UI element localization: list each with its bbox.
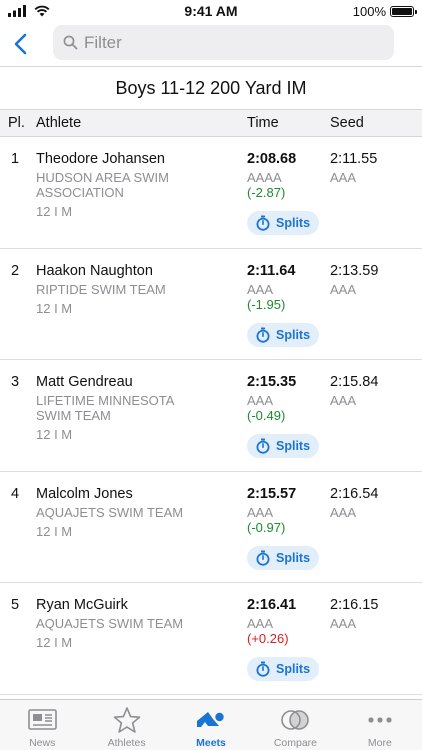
tab-label: Compare bbox=[273, 737, 318, 749]
splits-label: Splits bbox=[276, 439, 311, 453]
seed-time: 2:13.59 bbox=[330, 262, 379, 279]
result-place: 5 bbox=[11, 597, 20, 613]
stopwatch-icon bbox=[256, 550, 270, 566]
athlete-name: Malcolm Jones bbox=[36, 485, 133, 502]
tab-meets[interactable]: Meets bbox=[169, 700, 253, 750]
seed-time: 2:15.84 bbox=[330, 374, 379, 390]
age-gender: 12 I M bbox=[36, 523, 73, 539]
result-time: 2:15.57 bbox=[247, 485, 297, 502]
athlete-name: Matt Gendreau bbox=[36, 374, 133, 390]
result-time: 2:15.35 bbox=[247, 374, 297, 390]
stopwatch-icon bbox=[256, 327, 270, 343]
tab-label: Meets bbox=[196, 737, 226, 749]
time-diff: (+0.26) bbox=[247, 631, 289, 646]
status-right: 100% bbox=[352, 4, 417, 19]
splits-button[interactable]: Splits bbox=[247, 322, 319, 347]
time-diff: (-0.97) bbox=[247, 519, 286, 535]
seed-standard: AAA bbox=[330, 616, 357, 631]
athlete-name: Haakon Naughton bbox=[36, 262, 153, 279]
result-row[interactable]: 1 Theodore Johansen HUDSON AREA SWIM ASS… bbox=[0, 137, 422, 249]
swimmer-icon bbox=[197, 712, 224, 727]
star-icon bbox=[113, 707, 140, 733]
seed-time: 2:16.15 bbox=[330, 597, 379, 613]
battery-icon bbox=[390, 6, 417, 17]
result-time: 2:11.64 bbox=[247, 262, 296, 279]
splits-button[interactable]: Splits bbox=[247, 211, 319, 235]
nav-divider bbox=[0, 66, 422, 67]
compare-icon bbox=[281, 710, 310, 730]
seed-standard: AAA bbox=[330, 281, 357, 297]
athlete-name: Theodore Johansen bbox=[36, 151, 165, 167]
athlete-name: Ryan McGuirk bbox=[36, 597, 128, 613]
navigation-bar bbox=[0, 22, 422, 66]
stopwatch-icon bbox=[256, 661, 270, 677]
splits-label: Splits bbox=[276, 662, 311, 676]
splits-button[interactable]: Splits bbox=[247, 545, 319, 570]
result-row[interactable]: 4 Malcolm Jones AQUAJETS SWIM TEAM 12 I … bbox=[0, 472, 422, 583]
more-dots-icon bbox=[368, 717, 392, 723]
result-place: 1 bbox=[11, 151, 20, 167]
newspaper-icon bbox=[28, 709, 58, 730]
chevron-left-icon bbox=[14, 33, 27, 55]
team-name: LIFETIME MINNESOTA SWIM TEAM bbox=[36, 393, 174, 423]
seed-standard: AAA bbox=[330, 393, 357, 408]
filter-input[interactable] bbox=[84, 32, 374, 53]
seed-time: 2:16.54 bbox=[330, 485, 379, 502]
results-column-header: Pl. Athlete Time Seed bbox=[0, 109, 422, 137]
battery-percent: 100% bbox=[352, 4, 386, 19]
result-time: 2:16.41 bbox=[247, 597, 297, 613]
tab-athletes[interactable]: Athletes bbox=[84, 700, 168, 750]
age-gender: 12 I M bbox=[36, 427, 73, 442]
result-row[interactable]: 2 Haakon Naughton RIPTIDE SWIM TEAM 12 I… bbox=[0, 249, 422, 360]
seed-standard: AAA bbox=[330, 170, 357, 185]
result-row[interactable]: 5 Ryan McGuirk AQUAJETS SWIM TEAM 12 I M… bbox=[0, 583, 422, 695]
tab-label: News bbox=[29, 737, 56, 749]
time-standard: AAA bbox=[247, 281, 274, 297]
time-diff: (-2.87) bbox=[247, 185, 286, 200]
column-time: Time bbox=[247, 115, 279, 131]
back-button[interactable] bbox=[10, 30, 34, 58]
team-name: AQUAJETS SWIM TEAM bbox=[36, 616, 184, 631]
splits-label: Splits bbox=[276, 327, 311, 342]
team-name: HUDSON AREA SWIM ASSOCIATION bbox=[36, 170, 169, 200]
column-seed: Seed bbox=[330, 115, 364, 131]
tab-news[interactable]: News bbox=[0, 700, 84, 750]
stopwatch-icon bbox=[256, 438, 270, 454]
result-place: 4 bbox=[11, 485, 20, 502]
splits-label: Splits bbox=[276, 216, 311, 230]
team-name: RIPTIDE SWIM TEAM bbox=[36, 281, 166, 297]
tab-label: More bbox=[367, 737, 392, 749]
tab-label: Athletes bbox=[107, 737, 146, 749]
tab-bar: News Athletes Meets Compare More bbox=[0, 699, 422, 750]
age-gender: 12 I M bbox=[36, 300, 73, 316]
result-place: 3 bbox=[11, 374, 20, 390]
column-place: Pl. bbox=[8, 115, 25, 131]
column-athlete: Athlete bbox=[36, 115, 82, 131]
event-title: Boys 11-12 200 Yard IM bbox=[115, 78, 307, 98]
result-time: 2:08.68 bbox=[247, 151, 297, 167]
seed-time: 2:11.55 bbox=[330, 151, 378, 167]
filter-field[interactable] bbox=[53, 25, 394, 60]
time-standard: AAA bbox=[247, 616, 274, 631]
time-standard: AAA bbox=[247, 393, 274, 408]
result-row[interactable]: 3 Matt Gendreau LIFETIME MINNESOTA SWIM … bbox=[0, 360, 422, 472]
time-diff: (-1.95) bbox=[247, 296, 286, 312]
search-icon bbox=[63, 35, 78, 50]
time-standard: AAAA bbox=[247, 170, 282, 185]
results-list: 1 Theodore Johansen HUDSON AREA SWIM ASS… bbox=[0, 137, 422, 695]
seed-standard: AAA bbox=[330, 504, 357, 520]
team-name: AQUAJETS SWIM TEAM bbox=[36, 504, 184, 520]
time-standard: AAA bbox=[247, 504, 274, 520]
tab-more[interactable]: More bbox=[338, 700, 422, 750]
time-diff: (-0.49) bbox=[247, 408, 286, 423]
age-gender: 12 I M bbox=[36, 635, 73, 650]
stopwatch-icon bbox=[256, 215, 270, 231]
splits-label: Splits bbox=[276, 550, 311, 565]
result-place: 2 bbox=[11, 262, 20, 279]
age-gender: 12 I M bbox=[36, 204, 73, 219]
status-bar: 9:41 AM 100% bbox=[0, 0, 422, 22]
splits-button[interactable]: Splits bbox=[247, 434, 319, 458]
splits-button[interactable]: Splits bbox=[247, 657, 319, 681]
tab-compare[interactable]: Compare bbox=[253, 700, 337, 750]
